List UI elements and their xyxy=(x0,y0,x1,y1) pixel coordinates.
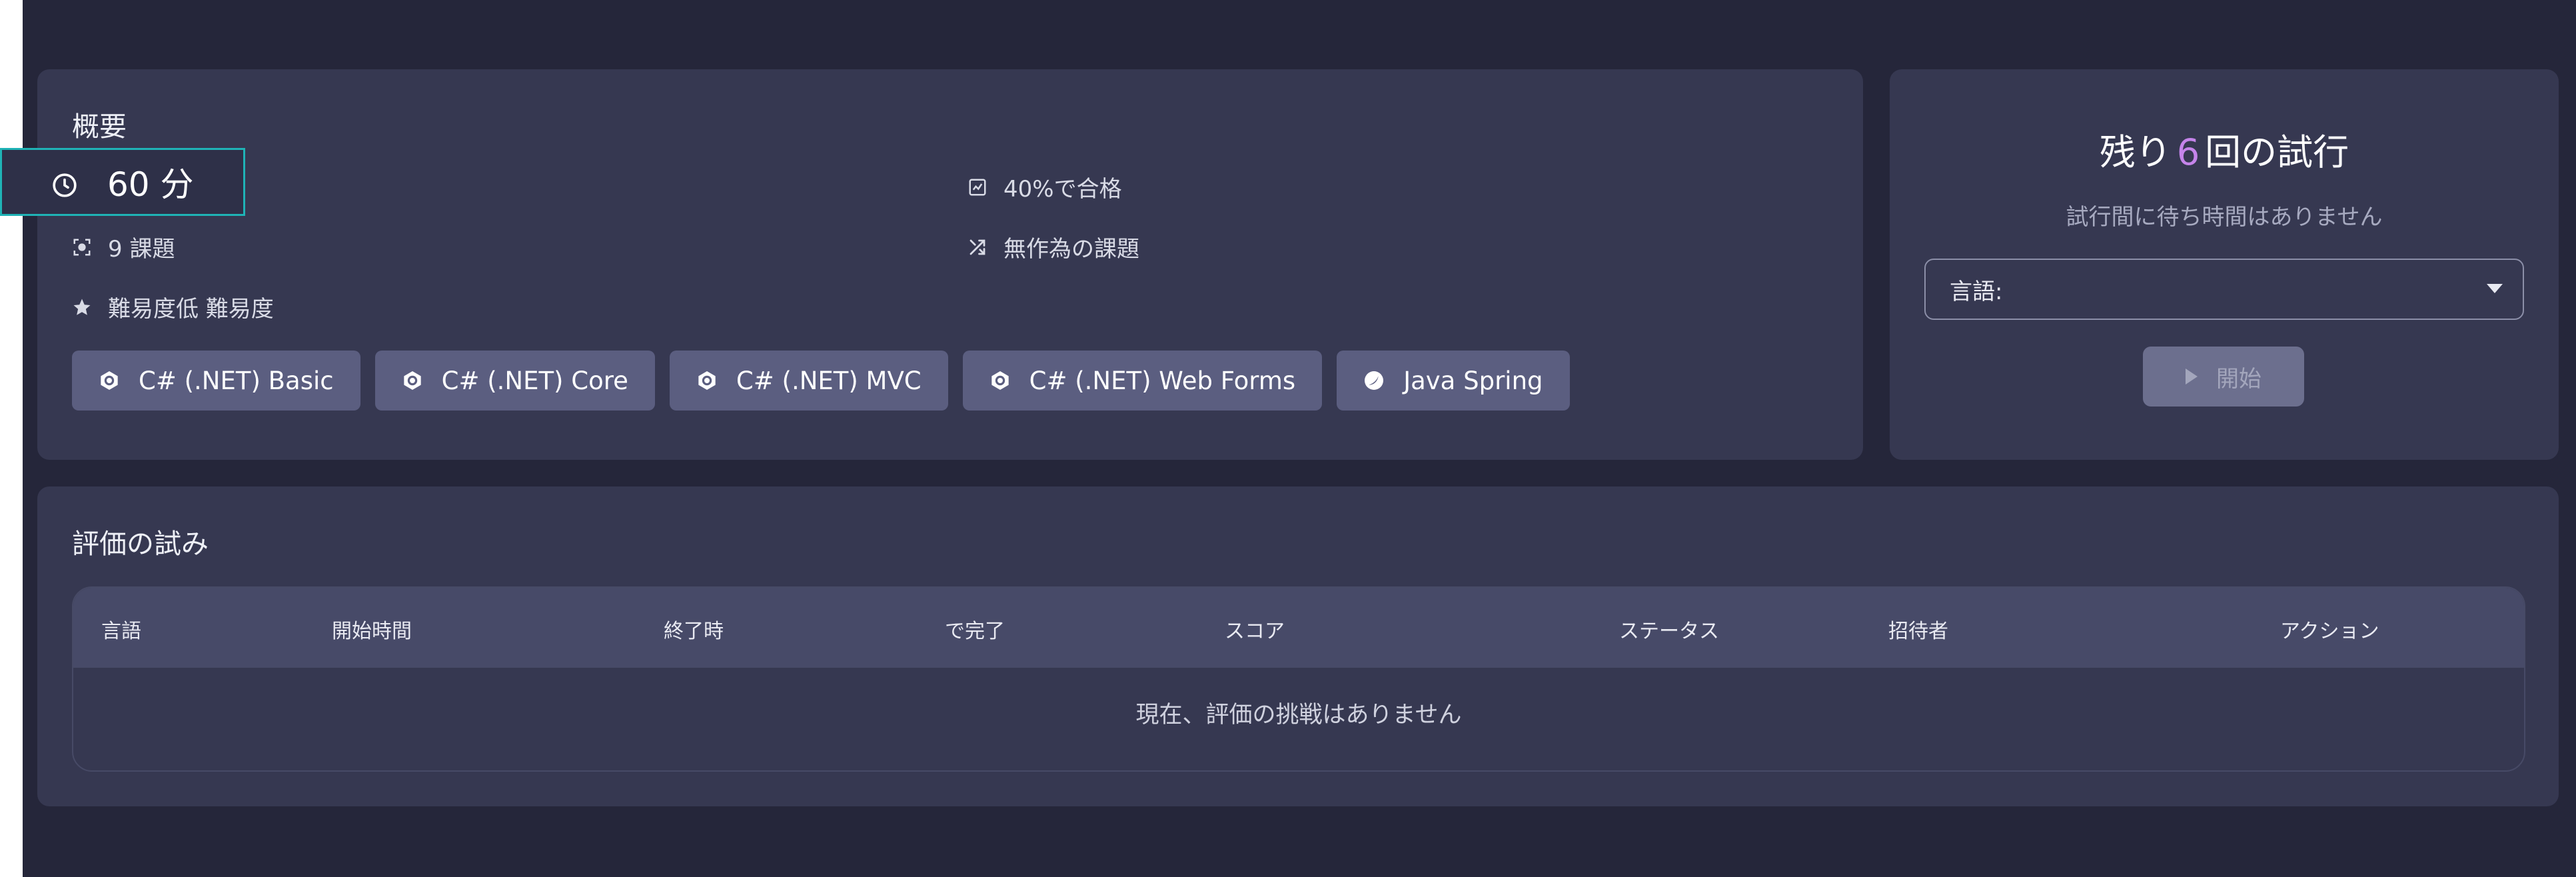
random-tasks-label: 無作為の課題 xyxy=(1003,236,1139,263)
column-inviter[interactable]: 招待者 xyxy=(1888,614,1948,644)
column-score[interactable]: スコア xyxy=(1225,614,1285,644)
csharp-icon xyxy=(402,370,423,391)
attempts-count: 6 xyxy=(2176,131,2200,173)
column-end-time[interactable]: 終了時 xyxy=(664,614,724,644)
tag-csharp-core[interactable]: C# (.NET) Core xyxy=(374,351,655,411)
history-title: 評価の試み xyxy=(72,528,209,560)
tag-csharp-mvc[interactable]: C# (.NET) MVC xyxy=(669,351,948,411)
attempts-prefix: 残り xyxy=(2099,131,2172,173)
spring-icon xyxy=(1363,370,1385,391)
focus-icon xyxy=(72,237,92,257)
column-start-time[interactable]: 開始時間 xyxy=(332,614,412,644)
play-icon xyxy=(2186,369,2198,385)
overview-title: 概要 xyxy=(72,111,127,143)
tag-label: Java Spring xyxy=(1403,366,1543,395)
attempts-table: 言語 開始時間 終了時 で完了 スコア ステータス 招待者 アクション 現在、評… xyxy=(72,586,2525,772)
attempts-remaining: 残り 6 回の試行 xyxy=(1890,123,2559,175)
start-button[interactable]: 開始 xyxy=(2143,347,2304,407)
tag-label: C# (.NET) Core xyxy=(441,366,628,395)
random-tasks: 無作為の課題 xyxy=(967,231,1139,263)
difficulty-label: 難易度低 難易度 xyxy=(108,296,274,323)
column-completed[interactable]: で完了 xyxy=(945,614,1005,644)
chevron-down-icon xyxy=(2487,284,2503,293)
column-actions[interactable]: アクション xyxy=(2280,614,2379,644)
tag-csharp-webforms[interactable]: C# (.NET) Web Forms xyxy=(962,351,1323,411)
tag-java-spring[interactable]: Java Spring xyxy=(1337,351,1570,411)
left-edge-strip xyxy=(0,0,23,877)
task-count-label: 9 課題 xyxy=(108,236,175,263)
star-icon xyxy=(72,297,92,317)
chart-icon xyxy=(967,177,987,197)
duration-label: 60 分 xyxy=(107,165,194,204)
task-count: 9 課題 xyxy=(72,231,175,263)
start-button-label: 開始 xyxy=(2216,365,2261,393)
column-language[interactable]: 言語 xyxy=(101,614,141,644)
overview-panel: 概要 40%で合格 9 課題 無作為の課題 難易度低 難易度 C# (.NET)… xyxy=(37,69,1863,460)
column-status[interactable]: ステータス xyxy=(1619,614,1719,644)
technology-tags: C# (.NET) Basic C# (.NET) Core C# (.NET)… xyxy=(72,351,1570,411)
tag-label: C# (.NET) MVC xyxy=(736,366,922,395)
attempts-panel: 残り 6 回の試行 試行間に待ち時間はありません 言語: 開始 xyxy=(1890,69,2559,460)
table-header: 言語 開始時間 終了時 で完了 スコア ステータス 招待者 アクション xyxy=(73,588,2524,668)
shuffle-icon xyxy=(967,237,987,257)
csharp-icon xyxy=(989,370,1011,391)
tag-label: C# (.NET) Basic xyxy=(139,366,334,395)
empty-table-message: 現在、評価の挑戦はありません xyxy=(1135,702,1462,728)
attempts-suffix: 回の試行 xyxy=(2205,131,2349,173)
difficulty: 難易度低 難易度 xyxy=(72,291,274,323)
attempt-history-panel: 評価の試み 言語 開始時間 終了時 で完了 スコア ステータス 招待者 アクショ… xyxy=(37,486,2559,806)
pass-rate-label: 40%で合格 xyxy=(1003,176,1122,203)
wait-note: 試行間に待ち時間はありません xyxy=(2066,204,2383,231)
tag-label: C# (.NET) Web Forms xyxy=(1029,366,1296,395)
duration-indicator: 60 分 xyxy=(0,148,245,216)
clock-icon xyxy=(53,173,77,197)
language-select[interactable]: 言語: xyxy=(1924,259,2524,320)
csharp-icon xyxy=(99,370,120,391)
language-select-label: 言語: xyxy=(1950,278,2003,305)
pass-rate: 40%で合格 xyxy=(967,171,1122,203)
csharp-icon xyxy=(696,370,718,391)
tag-csharp-basic[interactable]: C# (.NET) Basic xyxy=(72,351,360,411)
